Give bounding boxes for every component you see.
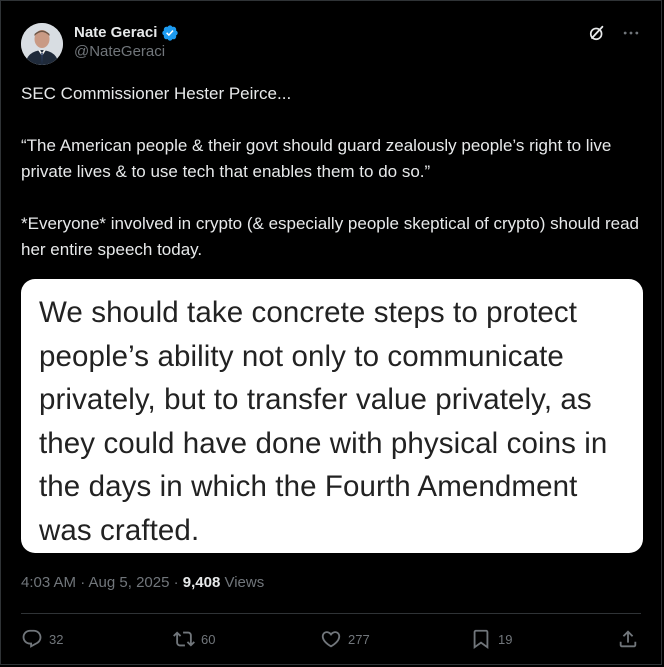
like-button[interactable]: 277 (320, 628, 370, 650)
divider (21, 613, 641, 614)
attached-image[interactable]: We should take concrete steps to protect… (21, 279, 643, 553)
tweet-paragraph: “The American people & their govt should… (21, 136, 612, 181)
bookmark-button[interactable]: 19 (470, 628, 512, 650)
header-actions (587, 23, 641, 43)
image-text: We should take concrete steps to protect… (39, 291, 625, 552)
image-text-line: people’s ability not only to communicate (39, 339, 564, 373)
author-block[interactable]: Nate Geraci @NateGeraci (74, 23, 179, 62)
repost-count: 60 (201, 631, 216, 647)
author-name-row: Nate Geraci (74, 23, 179, 42)
tweet-header: Nate Geraci @NateGeraci (21, 21, 641, 69)
tweet-text: SEC Commissioner Hester Peirce... “The A… (21, 81, 645, 263)
bookmark-icon (470, 628, 492, 650)
author-display-name[interactable]: Nate Geraci (74, 23, 157, 42)
verified-badge-icon[interactable] (161, 24, 179, 42)
tweet-card: Nate Geraci @NateGeraci SEC Commissioner… (0, 0, 662, 665)
reply-button[interactable]: 32 (21, 628, 63, 650)
image-text-line: privately, but to transfer value private… (39, 383, 592, 416)
views-label: Views (220, 574, 265, 591)
tweet-paragraph: *Everyone* involved in crypto (& especia… (21, 214, 639, 259)
image-text-line: We should take concrete steps to protect (39, 296, 578, 329)
avatar-image (21, 23, 63, 65)
image-text-line: was crafted. (39, 513, 200, 547)
repost-icon (173, 628, 195, 650)
image-text-line: they could have done with physical coins… (39, 426, 608, 460)
reply-icon (21, 628, 43, 650)
share-icon (617, 628, 639, 650)
action-bar: 32 60 277 19 (21, 628, 641, 654)
author-handle[interactable]: @NateGeraci (74, 42, 179, 62)
like-count: 277 (348, 631, 370, 647)
image-text-line: the days in which the Fourth Amendment (39, 470, 578, 503)
reply-count: 32 (49, 631, 64, 647)
avatar[interactable] (21, 23, 63, 65)
tweet-meta: 4:03 AM · Aug 5, 2025 · 9,408 Views (21, 573, 264, 593)
more-icon[interactable] (621, 23, 641, 43)
tweet-paragraph: SEC Commissioner Hester Peirce... (21, 84, 292, 103)
views-count[interactable]: 9,408 (183, 574, 221, 591)
bookmark-count: 19 (498, 631, 513, 647)
share-button[interactable] (617, 628, 639, 650)
timestamp[interactable]: 4:03 AM · Aug 5, 2025 · (21, 574, 183, 591)
like-icon (320, 628, 342, 650)
grok-icon[interactable] (587, 23, 607, 43)
repost-button[interactable]: 60 (173, 628, 215, 650)
